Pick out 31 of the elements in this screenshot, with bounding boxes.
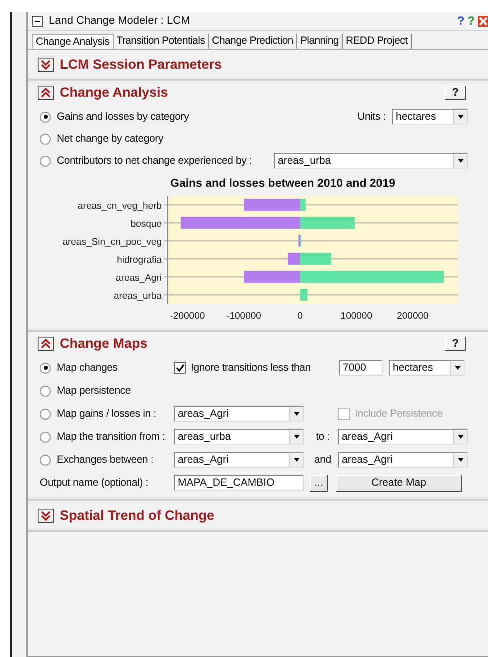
section-title: Change Maps [60, 336, 149, 351]
section-title: LCM Session Parameters [60, 57, 224, 72]
window-title: Land Change Modeler : LCM [49, 15, 192, 27]
option-label: Net change by category [57, 133, 164, 145]
option-label: Map changes [57, 362, 118, 374]
option-label: Map gains / losses in : [57, 408, 156, 420]
section-title: Spatial Trend of Change [60, 508, 216, 523]
tick-label: 200000 [397, 311, 429, 322]
tick-label: -200000 [170, 311, 206, 322]
checkbox-label: Include Persistence [355, 408, 443, 420]
option-label: Map the transition from : [57, 431, 166, 443]
category-label: areas_urba [114, 291, 162, 302]
joiner-label: and [314, 454, 332, 466]
tick-label: 100000 [340, 311, 372, 322]
section-title: Change Analysis [60, 85, 170, 100]
option-label: Gains and losses by category [57, 111, 190, 123]
tick-label: -100000 [226, 311, 262, 322]
tick-label: 0 [298, 311, 303, 322]
category-label: bosque [130, 219, 162, 230]
units-label: Units : [358, 111, 386, 123]
joiner-label: to : [315, 431, 331, 443]
category-label: areas_Agri [116, 273, 162, 284]
chart-title: Gains and losses between 2010 and 2019 [170, 178, 396, 190]
checkbox-label: Ignore transitions less than [191, 362, 311, 374]
output-label: Output name (optional) : [40, 477, 150, 489]
option-label: Contributors to net change experienced by : [57, 155, 252, 167]
category-label: areas_Sin_cn_poc_veg [62, 237, 162, 248]
category-label: hidrografia [117, 255, 162, 266]
category-label: areas_cn_veg_herb [78, 201, 162, 212]
option-label: Exchanges between : [57, 454, 154, 466]
option-label: Map persistence [57, 385, 132, 397]
